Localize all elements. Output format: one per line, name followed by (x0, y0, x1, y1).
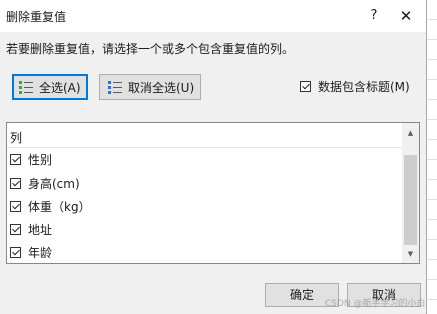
close-button[interactable]: ✕ (394, 4, 418, 28)
vertical-scrollbar[interactable]: ▲ ▼ (402, 123, 419, 263)
column-checkbox[interactable] (10, 247, 21, 258)
data-has-headers-checkbox-row[interactable]: 数据包含标题(M) (300, 78, 410, 95)
watermark-text: CSDN @新手学习的小白 (325, 299, 426, 309)
column-item-gender[interactable]: 性别 (10, 151, 52, 168)
select-all-label: 全选(A) (39, 80, 81, 95)
instruction-text: 若要删除重复值，请选择一个或多个包含重复值的列。 (6, 42, 295, 56)
column-item-age[interactable]: 年龄 (10, 244, 52, 261)
column-label: 性别 (28, 153, 53, 167)
scroll-up-arrow-icon[interactable]: ▲ (402, 125, 419, 142)
column-checkbox[interactable] (10, 154, 21, 165)
column-label: 身高(cm) (28, 177, 80, 191)
column-item-weight[interactable]: 体重（kg） (10, 198, 91, 215)
data-has-headers-checkbox[interactable] (300, 81, 311, 92)
select-all-button[interactable]: 全选(A) (12, 74, 88, 100)
select-all-icon (19, 80, 33, 94)
unselect-all-label: 取消全选(U) (128, 80, 195, 95)
column-label: 地址 (28, 223, 53, 237)
columns-list-header: 列 (10, 131, 23, 145)
column-checkbox[interactable] (10, 201, 21, 212)
columns-listbox: 列 性别 身高(cm) 体重（kg） 地址 年龄 ▲ ▼ (6, 122, 420, 264)
scrollbar-thumb[interactable] (404, 155, 417, 245)
column-checkbox[interactable] (10, 224, 21, 235)
column-label: 体重（kg） (28, 200, 91, 214)
column-label: 年龄 (28, 246, 53, 260)
column-item-address[interactable]: 地址 (10, 221, 52, 238)
help-button[interactable]: ? (362, 4, 386, 28)
remove-duplicates-dialog: 删除重复值 ? ✕ 若要删除重复值，请选择一个或多个包含重复值的列。 全选(A)… (0, 0, 427, 314)
dialog-title: 删除重复值 (6, 10, 67, 24)
unselect-all-icon (108, 80, 122, 94)
data-has-headers-label: 数据包含标题(M) (318, 80, 410, 94)
column-checkbox[interactable] (10, 178, 21, 189)
dialog-titlebar: 删除重复值 ? ✕ (0, 0, 426, 32)
list-divider (7, 147, 404, 148)
scroll-down-arrow-icon[interactable]: ▼ (402, 246, 419, 263)
column-item-height[interactable]: 身高(cm) (10, 175, 80, 192)
unselect-all-button[interactable]: 取消全选(U) (99, 74, 201, 100)
